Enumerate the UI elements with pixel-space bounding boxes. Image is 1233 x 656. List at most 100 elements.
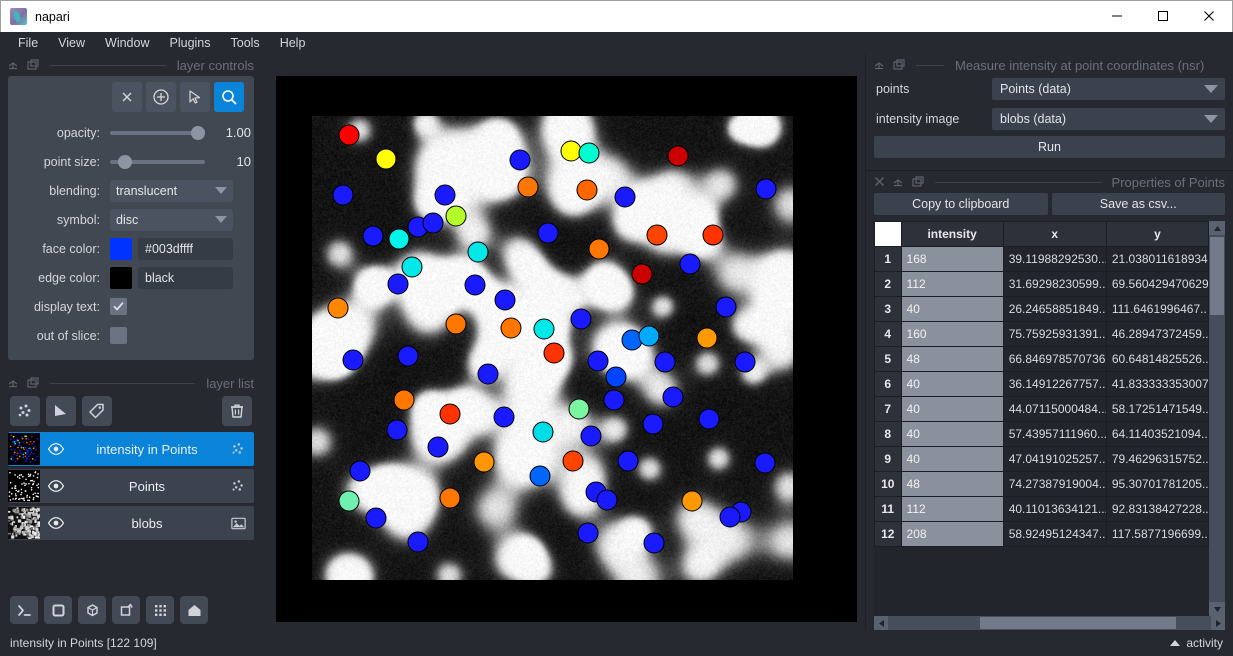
cell-intensity[interactable]: 112 [901, 497, 1003, 522]
point-marker[interactable] [631, 263, 652, 284]
point-marker[interactable] [680, 254, 701, 275]
scroll-right-arrow-icon[interactable] [1211, 616, 1225, 630]
cell-intensity[interactable]: 48 [901, 347, 1003, 372]
cell-intensity[interactable]: 40 [901, 297, 1003, 322]
point-marker[interactable] [407, 531, 428, 552]
cell-x[interactable]: 40.11013634121... [1003, 497, 1106, 522]
column-header-intensity[interactable]: intensity [901, 222, 1003, 247]
point-marker[interactable] [588, 238, 609, 259]
point-size-slider[interactable] [110, 155, 205, 169]
point-marker[interactable] [387, 273, 408, 294]
table-row[interactable]: 1 168 39.11988292530... 21.038011618934 [875, 247, 1209, 272]
close-dock-icon[interactable] [874, 176, 886, 188]
cell-intensity[interactable]: 168 [901, 247, 1003, 272]
menu-view[interactable]: View [48, 34, 95, 52]
point-marker[interactable] [388, 229, 409, 250]
point-marker[interactable] [715, 297, 736, 318]
cell-y[interactable]: 69.5604294706294 [1106, 272, 1208, 297]
undock-icon[interactable] [912, 176, 924, 188]
cell-intensity[interactable]: 40 [901, 397, 1003, 422]
point-marker[interactable] [332, 184, 353, 205]
point-marker[interactable] [446, 313, 467, 334]
scroll-up-arrow-icon[interactable] [1209, 221, 1225, 235]
table-horizontal-scrollbar[interactable] [874, 616, 1225, 630]
table-corner-header[interactable] [875, 222, 902, 247]
properties-table-viewport[interactable]: intensity x y 1 168 39.11988292530... 21.03… [874, 221, 1209, 616]
cell-y[interactable]: 111.6461996467... [1106, 297, 1208, 322]
table-row[interactable]: 10 48 74.27387919004... 95.30701781205... [875, 472, 1209, 497]
row-header-cell[interactable]: 7 [875, 397, 902, 422]
edge-color-input[interactable]: black [138, 267, 233, 289]
layer-row[interactable]: intensity in Points [8, 432, 254, 466]
column-header-x[interactable]: x [1003, 222, 1106, 247]
row-header-cell[interactable]: 2 [875, 272, 902, 297]
cell-x[interactable]: 57.43957111960... [1003, 422, 1106, 447]
run-button[interactable]: Run [874, 136, 1225, 158]
roll-dims-button[interactable] [78, 596, 106, 624]
point-marker[interactable] [532, 422, 553, 443]
cell-y[interactable]: 46.28947372459... [1106, 322, 1208, 347]
table-vertical-scrollbar[interactable] [1209, 221, 1225, 616]
float-dock-icon[interactable] [893, 176, 905, 188]
undock-icon[interactable] [893, 59, 905, 71]
opacity-slider[interactable] [110, 126, 205, 140]
select-points-button[interactable] [180, 82, 210, 112]
cell-y[interactable]: 58.17251471549... [1106, 397, 1208, 422]
row-header-cell[interactable]: 11 [875, 497, 902, 522]
point-marker[interactable] [643, 532, 664, 553]
point-marker[interactable] [468, 242, 489, 263]
point-marker[interactable] [756, 179, 777, 200]
table-row[interactable]: 6 40 36.14912267757... 41.8333333530079 [875, 372, 1209, 397]
point-marker[interactable] [697, 327, 718, 348]
point-marker[interactable] [423, 212, 444, 233]
out-of-slice-checkbox[interactable] [110, 327, 127, 344]
row-header-cell[interactable]: 9 [875, 447, 902, 472]
point-marker[interactable] [755, 453, 776, 474]
row-header-cell[interactable]: 10 [875, 472, 902, 497]
float-dock-icon[interactable] [8, 59, 20, 71]
cell-x[interactable]: 26.24658851849... [1003, 297, 1106, 322]
console-button[interactable] [10, 596, 38, 624]
point-marker[interactable] [474, 452, 495, 473]
cell-y[interactable]: 21.038011618934 [1106, 247, 1208, 272]
table-row[interactable]: 12 208 58.92495124347... 117.5877196699... [875, 522, 1209, 547]
point-marker[interactable] [638, 325, 659, 346]
point-marker[interactable] [533, 318, 554, 339]
point-marker[interactable] [569, 399, 590, 420]
menu-plugins[interactable]: Plugins [160, 34, 221, 52]
point-marker[interactable] [509, 149, 530, 170]
cell-y[interactable]: 79.46296315752... [1106, 447, 1208, 472]
column-header-y[interactable]: y [1106, 222, 1208, 247]
ndisplay-toggle-button[interactable] [44, 596, 72, 624]
eye-icon[interactable] [46, 513, 66, 533]
point-marker[interactable] [343, 350, 364, 371]
point-marker[interactable] [495, 289, 516, 310]
point-marker[interactable] [571, 309, 592, 330]
activity-button[interactable]: activity [1170, 636, 1223, 650]
point-marker[interactable] [338, 491, 359, 512]
point-marker[interactable] [537, 222, 558, 243]
opacity-slider-knob[interactable] [191, 126, 205, 140]
cell-y[interactable]: 95.30701781205... [1106, 472, 1208, 497]
cell-x[interactable]: 74.27387919004... [1003, 472, 1106, 497]
point-marker[interactable] [597, 490, 618, 511]
point-marker[interactable] [529, 466, 550, 487]
cell-intensity[interactable]: 48 [901, 472, 1003, 497]
points-dropdown[interactable]: Points (data) [992, 78, 1225, 100]
points-overlay[interactable] [312, 116, 793, 580]
point-marker[interactable] [446, 206, 467, 227]
point-marker[interactable] [434, 184, 455, 205]
add-points-button[interactable] [146, 82, 176, 112]
undock-icon[interactable] [27, 377, 39, 389]
point-marker[interactable] [587, 350, 608, 371]
point-marker[interactable] [614, 186, 635, 207]
point-marker[interactable] [655, 351, 676, 372]
delete-layer-button[interactable] [222, 396, 252, 426]
point-marker[interactable] [501, 317, 522, 338]
table-row[interactable]: 9 40 47.04191025257... 79.46296315752... [875, 447, 1209, 472]
point-marker[interactable] [699, 409, 720, 430]
point-marker[interactable] [398, 346, 419, 367]
float-dock-icon[interactable] [8, 377, 20, 389]
scroll-left-arrow-icon[interactable] [874, 616, 888, 630]
layer-row[interactable]: Points [8, 469, 254, 503]
